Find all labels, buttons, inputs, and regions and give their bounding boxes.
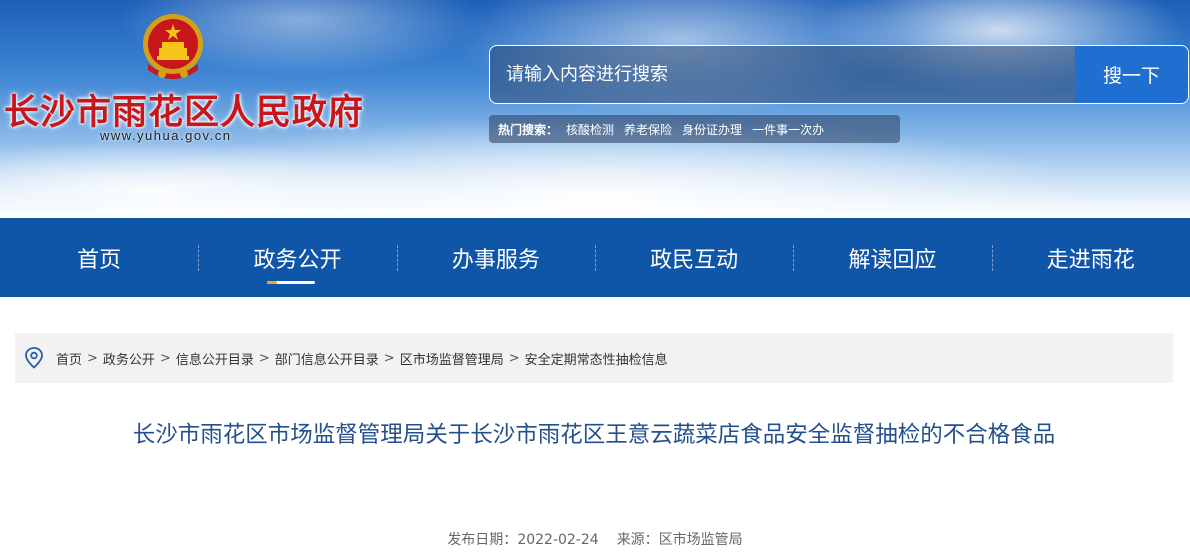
breadcrumb-item[interactable]: 部门信息公开目录 (275, 349, 379, 368)
nav-item-home[interactable]: 首页 (0, 218, 198, 297)
breadcrumb-separator: > (159, 350, 171, 366)
hot-search-link[interactable]: 身份证办理 (682, 121, 742, 138)
site-url: www.yuhua.gov.cn (100, 128, 232, 143)
breadcrumb-item[interactable]: 政务公开 (103, 349, 155, 368)
header-banner: 长沙市雨花区人民政府 www.yuhua.gov.cn 搜一下 热门搜索： 核酸… (0, 0, 1190, 218)
breadcrumb-separator: > (508, 350, 520, 366)
nav-item-services[interactable]: 办事服务 (396, 218, 595, 297)
breadcrumb: 首页 > 政务公开 > 信息公开目录 > 部门信息公开目录 > 区市场监督管理局… (15, 333, 1173, 383)
breadcrumb-separator: > (258, 350, 270, 366)
article-meta: 发布日期：2022-02-24 来源：区市场监管局 (0, 529, 1190, 549)
nav-item-interpretation[interactable]: 解读回应 (793, 218, 991, 297)
nav-item-about-yuhua[interactable]: 走进雨花 (991, 218, 1190, 297)
breadcrumb-separator: > (87, 350, 98, 366)
publish-date-label: 发布日期： (447, 532, 518, 548)
nav-item-interaction[interactable]: 政民互动 (594, 218, 793, 297)
location-pin-icon (25, 347, 43, 369)
source-label: 来源： (616, 532, 659, 548)
breadcrumb-separator: > (383, 350, 395, 366)
breadcrumb-current[interactable]: 安全定期常态性抽检信息 (525, 349, 668, 368)
hot-search-label: 热门搜索： (498, 122, 559, 137)
hot-search-link[interactable]: 养老保险 (624, 121, 672, 138)
national-emblem-icon (143, 14, 203, 79)
breadcrumb-item[interactable]: 首页 (56, 349, 82, 368)
search-button[interactable]: 搜一下 (1075, 46, 1188, 103)
publish-date: 2022-02-24 (517, 532, 599, 548)
source-value: 区市场监管局 (658, 532, 743, 548)
nav-active-indicator (267, 281, 315, 284)
main-nav: 首页 政务公开 办事服务 政民互动 解读回应 走进雨花 (0, 218, 1190, 297)
nav-item-gov-affairs[interactable]: 政务公开 (198, 218, 396, 297)
hot-search-bar: 热门搜索： 核酸检测 养老保险 身份证办理 一件事一次办 (489, 115, 900, 143)
search-input[interactable] (490, 46, 1075, 103)
article-title: 长沙市雨花区市场监督管理局关于长沙市雨花区王意云蔬菜店食品安全监督抽检的不合格食… (132, 422, 1056, 448)
hot-search-link[interactable]: 一件事一次办 (752, 121, 824, 138)
hot-search-link[interactable]: 核酸检测 (566, 121, 614, 138)
breadcrumb-item[interactable]: 信息公开目录 (176, 349, 254, 368)
breadcrumb-item[interactable]: 区市场监督管理局 (400, 349, 504, 368)
search-box: 搜一下 (489, 45, 1189, 104)
